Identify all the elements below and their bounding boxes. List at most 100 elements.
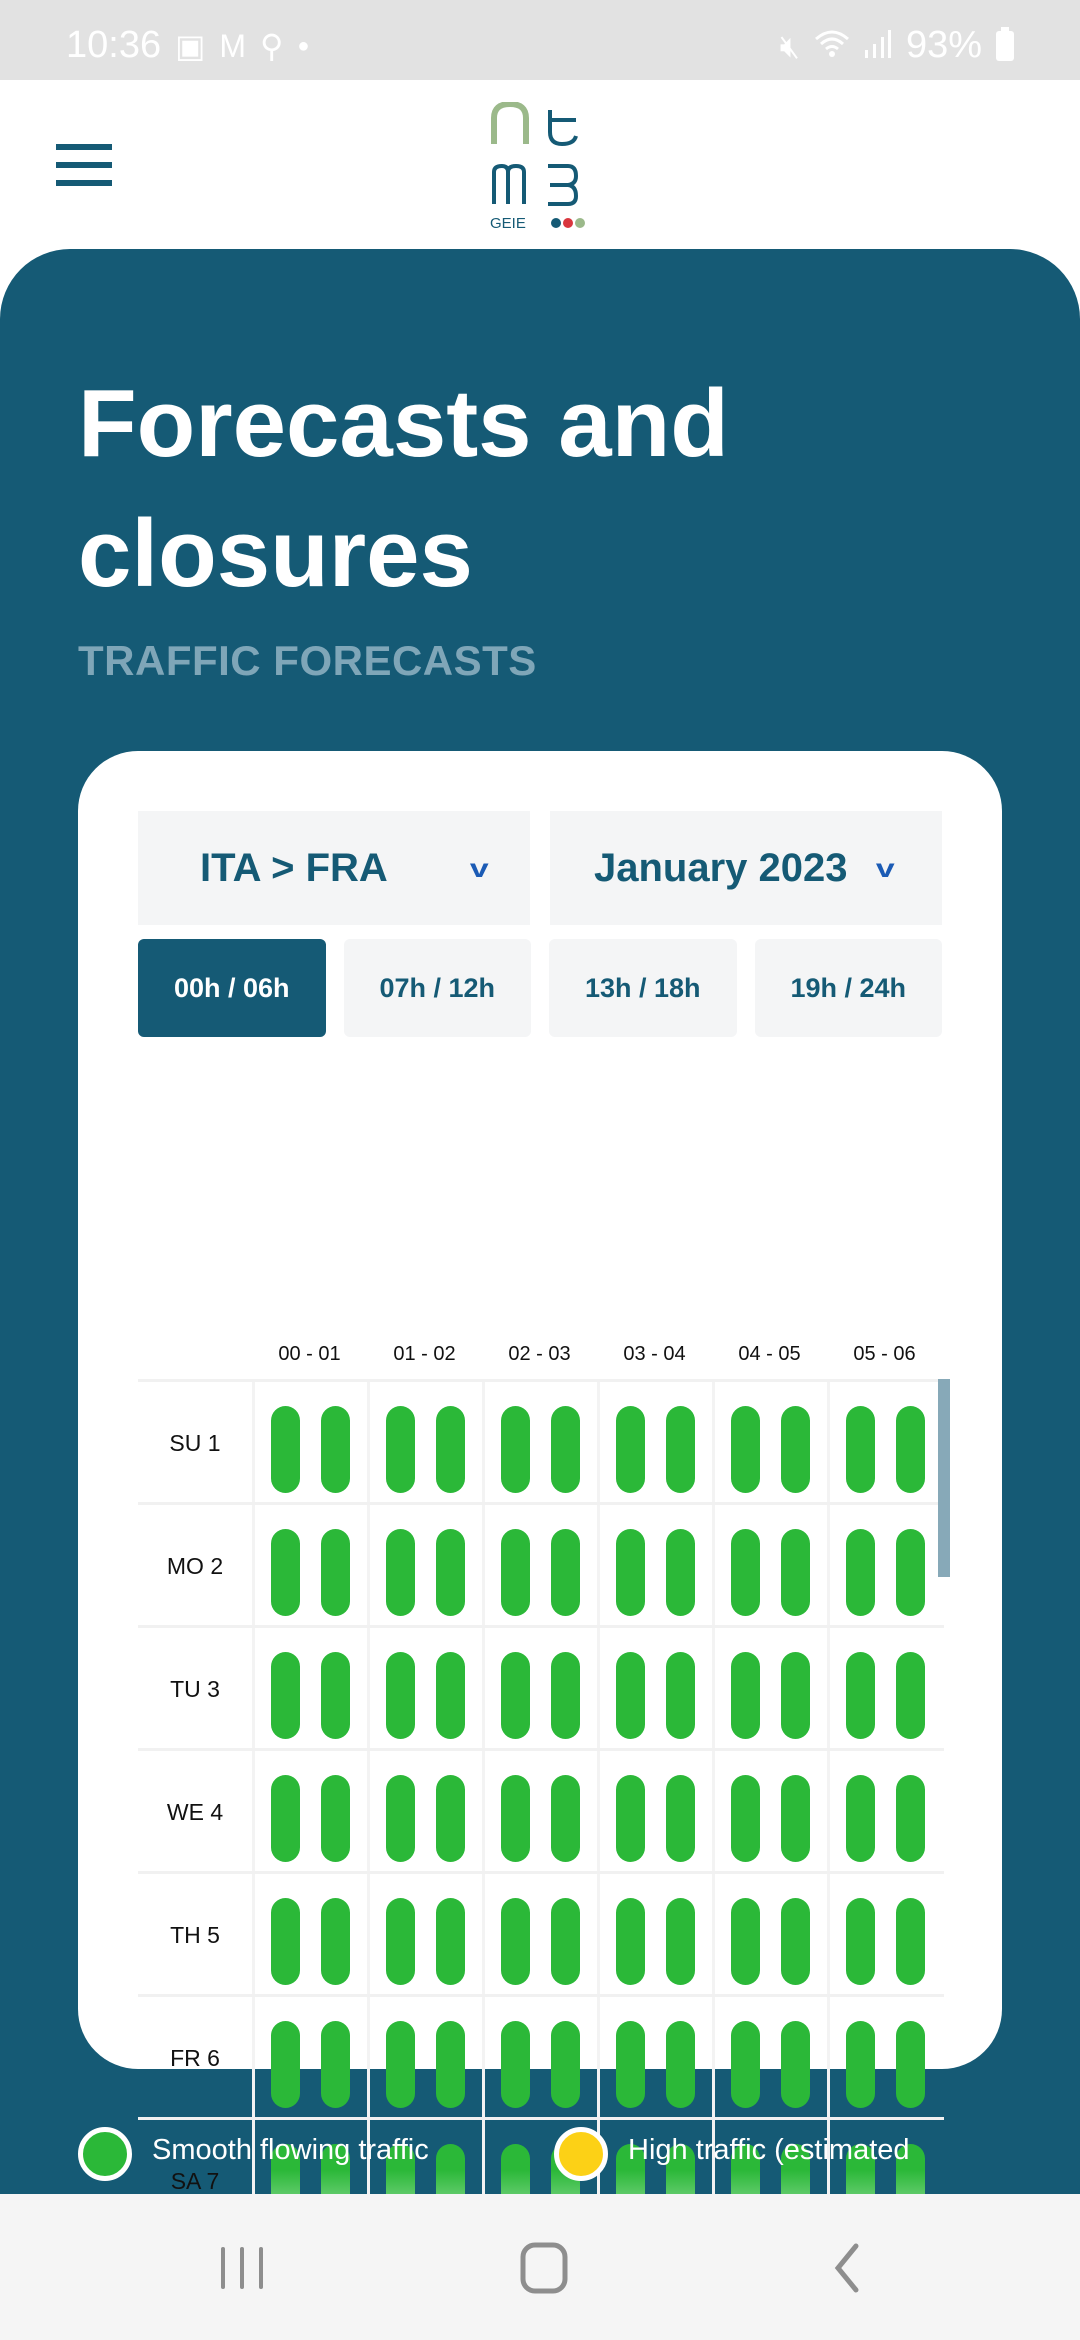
hour-cell: [597, 1751, 712, 1871]
traffic-indicator-smooth[interactable]: [321, 1898, 350, 1985]
traffic-indicator-smooth[interactable]: [386, 1898, 415, 1985]
traffic-indicator-smooth[interactable]: [846, 1898, 875, 1985]
traffic-indicator-smooth[interactable]: [731, 1775, 760, 1862]
traffic-indicator-smooth[interactable]: [436, 1775, 465, 1862]
back-icon[interactable]: [806, 2234, 886, 2300]
month-value: January 2023: [594, 845, 848, 890]
traffic-indicator-smooth[interactable]: [846, 1406, 875, 1493]
traffic-indicator-smooth[interactable]: [386, 1406, 415, 1493]
traffic-indicator-smooth[interactable]: [551, 2021, 580, 2108]
traffic-indicator-smooth[interactable]: [616, 1652, 645, 1739]
traffic-indicator-smooth[interactable]: [321, 1529, 350, 1616]
traffic-indicator-smooth[interactable]: [896, 1406, 925, 1493]
traffic-indicator-smooth[interactable]: [551, 1529, 580, 1616]
traffic-indicator-smooth[interactable]: [501, 1652, 530, 1739]
hour-cell: [252, 1628, 367, 1748]
legend-label: Smooth flowing traffic: [152, 2134, 429, 2166]
app-header: GEIE: [0, 80, 1080, 250]
traffic-indicator-smooth[interactable]: [501, 2021, 530, 2108]
hour-cell: [827, 1874, 942, 1994]
battery-percent: 93%: [905, 24, 982, 66]
traffic-indicator-smooth[interactable]: [436, 1406, 465, 1493]
traffic-indicator-smooth[interactable]: [386, 1529, 415, 1616]
traffic-indicator-smooth[interactable]: [666, 2021, 695, 2108]
brand-logo[interactable]: GEIE: [488, 100, 592, 232]
traffic-indicator-smooth[interactable]: [731, 1406, 760, 1493]
traffic-indicator-smooth[interactable]: [271, 2021, 300, 2108]
traffic-indicator-smooth[interactable]: [616, 2021, 645, 2108]
traffic-indicator-smooth[interactable]: [551, 1406, 580, 1493]
traffic-indicator-smooth[interactable]: [896, 1775, 925, 1862]
keyhole-icon: ⚲: [259, 27, 284, 64]
traffic-indicator-smooth[interactable]: [896, 1898, 925, 1985]
traffic-indicator-smooth[interactable]: [501, 1406, 530, 1493]
traffic-indicator-smooth[interactable]: [781, 1529, 810, 1616]
traffic-indicator-smooth[interactable]: [846, 1775, 875, 1862]
traffic-indicator-smooth[interactable]: [731, 1652, 760, 1739]
traffic-indicator-smooth[interactable]: [551, 1898, 580, 1985]
traffic-indicator-smooth[interactable]: [896, 2021, 925, 2108]
tab-13h-18h[interactable]: 13h / 18h: [549, 939, 737, 1037]
route-select[interactable]: ITA > FRA v: [138, 811, 530, 925]
traffic-indicator-smooth[interactable]: [501, 1898, 530, 1985]
traffic-indicator-smooth[interactable]: [846, 1652, 875, 1739]
traffic-indicator-smooth[interactable]: [436, 1529, 465, 1616]
traffic-indicator-smooth[interactable]: [386, 1652, 415, 1739]
traffic-indicator-smooth[interactable]: [846, 2021, 875, 2108]
traffic-indicator-smooth[interactable]: [321, 2021, 350, 2108]
hour-cell: [597, 1382, 712, 1502]
home-icon[interactable]: [504, 2234, 584, 2300]
tab-19h-24h[interactable]: 19h / 24h: [754, 939, 942, 1037]
hamburger-menu-icon[interactable]: [56, 144, 112, 186]
traffic-indicator-smooth[interactable]: [551, 1652, 580, 1739]
traffic-indicator-smooth[interactable]: [666, 1652, 695, 1739]
traffic-indicator-smooth[interactable]: [436, 1652, 465, 1739]
traffic-indicator-smooth[interactable]: [781, 1898, 810, 1985]
hour-cell: [827, 1382, 942, 1502]
traffic-indicator-smooth[interactable]: [846, 1529, 875, 1616]
traffic-indicator-smooth[interactable]: [551, 1775, 580, 1862]
grid-row: SU 1: [138, 1379, 944, 1502]
traffic-indicator-smooth[interactable]: [501, 1775, 530, 1862]
traffic-indicator-smooth[interactable]: [321, 1775, 350, 1862]
traffic-indicator-smooth[interactable]: [781, 2021, 810, 2108]
traffic-indicator-smooth[interactable]: [616, 1898, 645, 1985]
hour-cell: [597, 1874, 712, 1994]
traffic-indicator-smooth[interactable]: [666, 1775, 695, 1862]
grid-scrollbar[interactable]: [938, 1379, 950, 1577]
traffic-indicator-smooth[interactable]: [386, 1775, 415, 1862]
day-label: TU 3: [170, 1676, 220, 1702]
traffic-indicator-smooth[interactable]: [666, 1406, 695, 1493]
recent-apps-icon[interactable]: [202, 2234, 282, 2300]
traffic-indicator-smooth[interactable]: [436, 1898, 465, 1985]
traffic-indicator-smooth[interactable]: [781, 1406, 810, 1493]
tab-07h-12h[interactable]: 07h / 12h: [343, 939, 531, 1037]
traffic-indicator-smooth[interactable]: [321, 1652, 350, 1739]
grid-row: MO 2: [138, 1502, 944, 1625]
traffic-indicator-smooth[interactable]: [616, 1775, 645, 1862]
traffic-indicator-smooth[interactable]: [666, 1898, 695, 1985]
traffic-indicator-smooth[interactable]: [271, 1406, 300, 1493]
tab-00h-06h[interactable]: 00h / 06h: [138, 939, 326, 1037]
traffic-indicator-smooth[interactable]: [781, 1775, 810, 1862]
traffic-indicator-smooth[interactable]: [386, 2021, 415, 2108]
traffic-indicator-smooth[interactable]: [436, 2021, 465, 2108]
traffic-indicator-smooth[interactable]: [271, 1529, 300, 1616]
legend-item-smooth: Smooth flowing traffic: [78, 2124, 429, 2181]
traffic-indicator-smooth[interactable]: [731, 1898, 760, 1985]
month-select[interactable]: January 2023 v: [550, 811, 942, 925]
traffic-indicator-smooth[interactable]: [731, 1529, 760, 1616]
traffic-indicator-smooth[interactable]: [616, 1529, 645, 1616]
traffic-indicator-smooth[interactable]: [896, 1652, 925, 1739]
traffic-indicator-smooth[interactable]: [896, 1529, 925, 1616]
logo-text: GEIE: [490, 215, 526, 232]
traffic-indicator-smooth[interactable]: [781, 1652, 810, 1739]
traffic-indicator-smooth[interactable]: [271, 1652, 300, 1739]
traffic-indicator-smooth[interactable]: [271, 1898, 300, 1985]
traffic-indicator-smooth[interactable]: [501, 1529, 530, 1616]
traffic-indicator-smooth[interactable]: [271, 1775, 300, 1862]
traffic-indicator-smooth[interactable]: [321, 1406, 350, 1493]
traffic-indicator-smooth[interactable]: [731, 2021, 760, 2108]
traffic-indicator-smooth[interactable]: [666, 1529, 695, 1616]
traffic-indicator-smooth[interactable]: [616, 1406, 645, 1493]
